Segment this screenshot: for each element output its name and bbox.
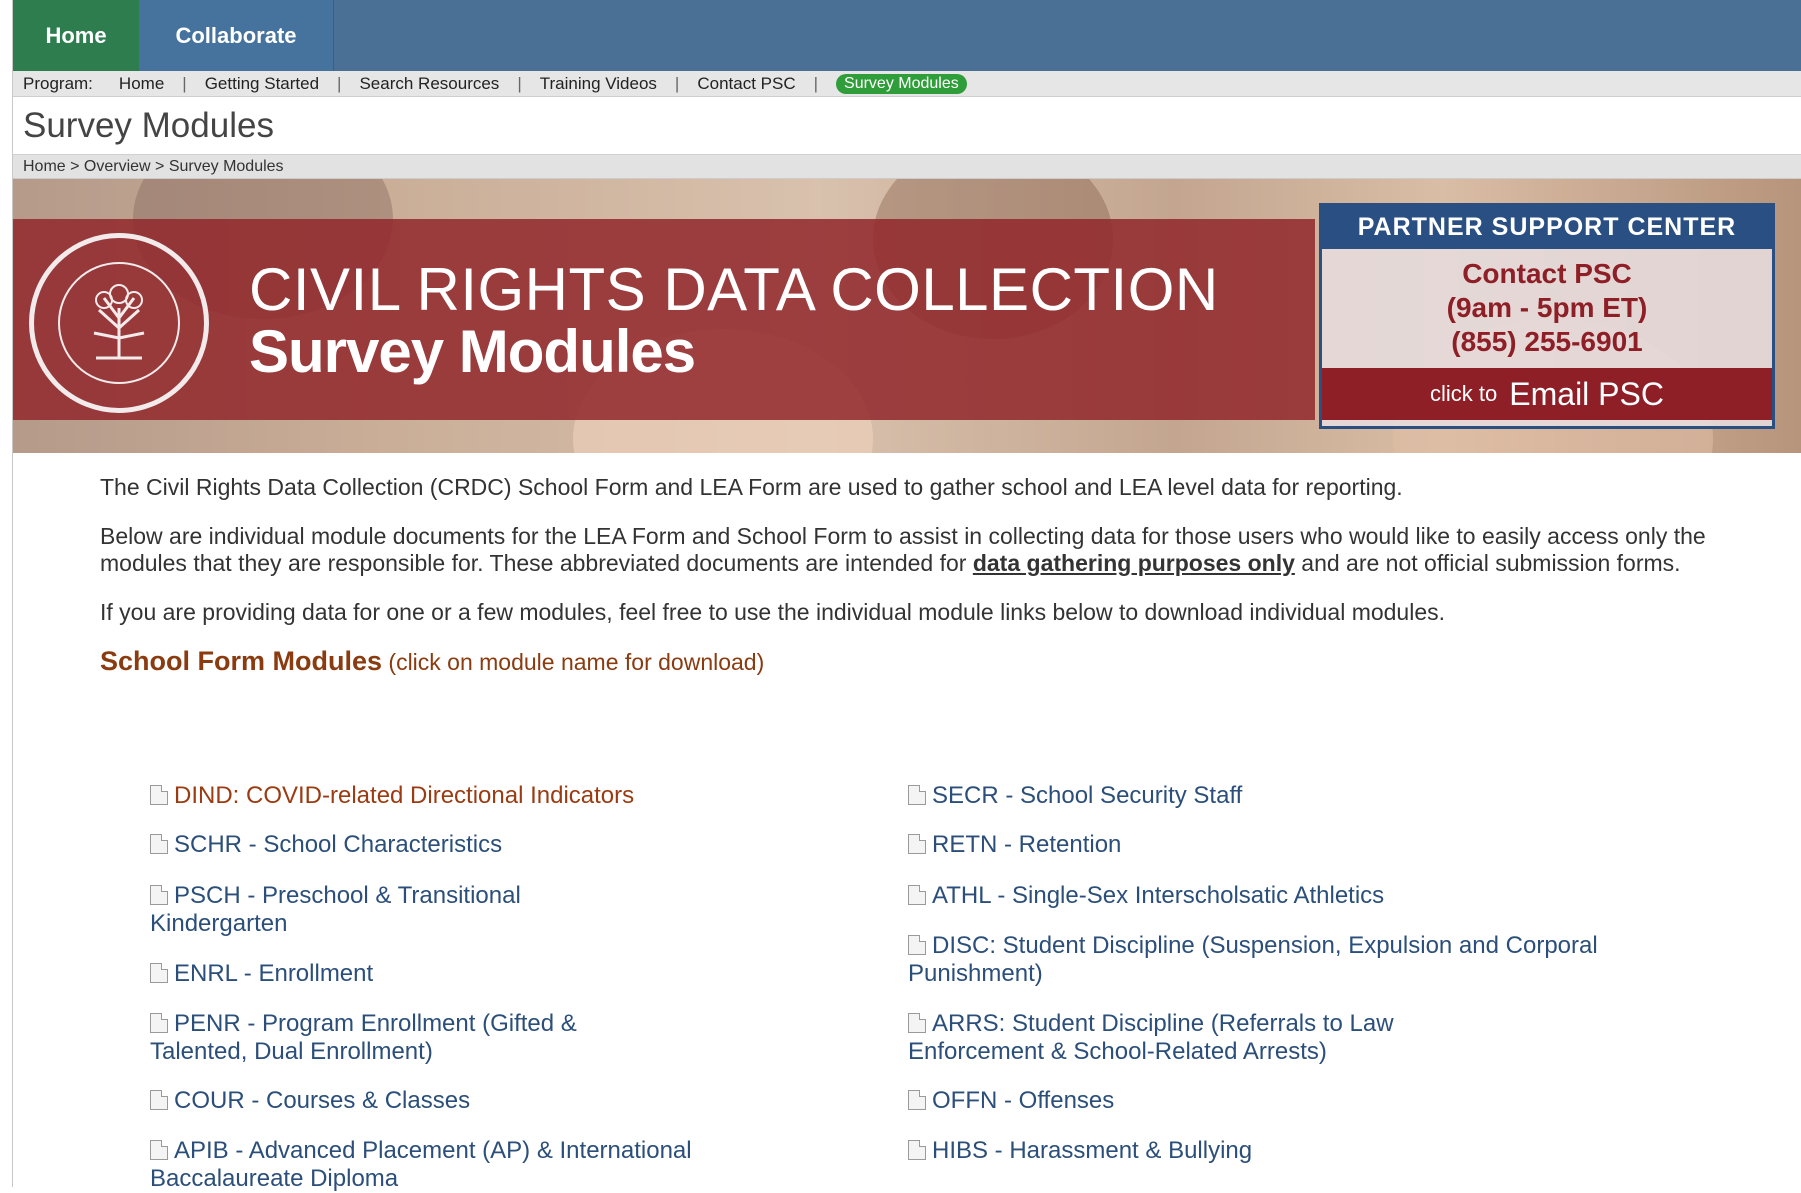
module-link-athl[interactable]: ATHL - Single-Sex Interscholsatic Athlet… [908, 882, 1668, 910]
module-label: OFFN - Offenses [932, 1087, 1115, 1114]
section-title-text: School Form Modules [100, 646, 383, 676]
nav-separator: | [182, 73, 187, 93]
nav-separator: | [813, 73, 819, 93]
module-label: PSCH - Preschool & Transitional Kinderga… [150, 882, 521, 937]
module-label: SCHR - School Characteristics [174, 831, 503, 858]
module-link-psch[interactable]: PSCH - Preschool & Transitional Kinderga… [150, 882, 650, 938]
module-label: ARRS: Student Discipline (Referrals to L… [908, 1010, 1394, 1065]
module-link-cour[interactable]: COUR - Courses & Classes [150, 1087, 710, 1115]
module-link-apib[interactable]: APIB - Advanced Placement (AP) & Interna… [150, 1137, 710, 1193]
main-content: The Civil Rights Data Collection (CRDC) … [100, 474, 1706, 676]
program-link-training-videos[interactable]: Training Videos [540, 74, 657, 94]
section-hint: (click on module name for download) [388, 649, 765, 675]
document-icon [150, 963, 168, 983]
module-link-offn[interactable]: OFFN - Offenses [908, 1087, 1668, 1115]
page-frame: Home Collaborate Program: Home | Getting… [12, 0, 1801, 1192]
nav-tab-collaborate[interactable]: Collaborate [139, 0, 334, 71]
hero-banner: CIVIL RIGHTS DATA COLLECTION Survey Modu… [13, 179, 1801, 453]
document-icon [150, 1140, 168, 1160]
module-link-secr[interactable]: SECR - School Security Staff [908, 782, 1668, 810]
page-title: Survey Modules [13, 97, 1801, 155]
document-icon [150, 885, 168, 905]
intro-p2-text-end: and are not official submission forms. [1294, 550, 1681, 576]
email-psc-label: Email PSC [1509, 375, 1664, 412]
module-label: COUR - Courses & Classes [174, 1087, 471, 1114]
module-link-hibs[interactable]: HIBS - Harassment & Bullying [908, 1137, 1668, 1165]
document-icon [908, 834, 926, 854]
module-label: HIBS - Harassment & Bullying [932, 1137, 1253, 1164]
psc-contact: Contact PSC [1462, 258, 1632, 289]
nav-separator: | [517, 73, 522, 93]
breadcrumb: Home > Overview > Survey Modules [13, 155, 1801, 179]
data-gathering-emphasis: data gathering purposes only [972, 550, 1295, 576]
module-label: RETN - Retention [932, 831, 1122, 858]
psc-header: PARTNER SUPPORT CENTER [1322, 206, 1772, 249]
module-label: SECR - School Security Staff [932, 782, 1243, 809]
top-nav: Home Collaborate [13, 0, 1801, 71]
module-link-retn[interactable]: RETN - Retention [908, 831, 1668, 859]
email-psc-prefix: click to [1430, 381, 1498, 406]
program-link-contact-psc[interactable]: Contact PSC [697, 74, 795, 94]
module-link-disc[interactable]: DISC: Student Discipline (Suspension, Ex… [908, 932, 1668, 988]
document-icon [908, 885, 926, 905]
nav-tab-home[interactable]: Home [13, 0, 139, 71]
intro-paragraph-3: If you are providing data for one or a f… [100, 599, 1446, 625]
module-link-schr[interactable]: SCHR - School Characteristics [150, 831, 710, 859]
document-icon [908, 935, 926, 955]
document-icon [908, 785, 926, 805]
module-link-dind[interactable]: DIND: COVID-related Directional Indicato… [150, 782, 710, 810]
document-icon [150, 785, 168, 805]
module-link-arrs[interactable]: ARRS: Student Discipline (Referrals to L… [908, 1010, 1528, 1066]
school-form-modules-heading: School Form Modules (click on module nam… [100, 648, 1700, 676]
program-link-survey-modules-active[interactable]: Survey Modules [836, 73, 967, 94]
psc-hours: (9am - 5pm ET) [1446, 292, 1648, 323]
document-icon [908, 1140, 926, 1160]
intro-paragraph-1: The Civil Rights Data Collection (CRDC) … [100, 474, 1403, 500]
program-link-search-resources[interactable]: Search Resources [359, 74, 499, 94]
document-icon [150, 1090, 168, 1110]
nav-separator: | [674, 73, 680, 93]
intro-paragraph-2: Below are individual module documents fo… [100, 523, 1710, 577]
department-seal-icon [29, 233, 209, 413]
banner-title: CIVIL RIGHTS DATA COLLECTION [249, 256, 1219, 323]
document-icon [908, 1013, 926, 1033]
email-psc-button[interactable]: click to Email PSC [1322, 368, 1772, 420]
document-icon [908, 1090, 926, 1110]
program-link-getting-started[interactable]: Getting Started [205, 74, 319, 94]
module-link-penr[interactable]: PENR - Program Enrollment (Gifted & Tale… [150, 1010, 680, 1066]
document-icon [150, 1013, 168, 1033]
program-nav: Program: Home | Getting Started | Search… [13, 71, 1801, 97]
module-label: PENR - Program Enrollment (Gifted & Tale… [150, 1010, 577, 1065]
banner-subtitle: Survey Modules [249, 318, 696, 385]
module-label: DISC: Student Discipline (Suspension, Ex… [908, 932, 1598, 987]
program-label: Program: [23, 73, 93, 93]
module-link-enrl[interactable]: ENRL - Enrollment [150, 960, 710, 988]
nav-separator: | [337, 73, 342, 93]
document-icon [150, 834, 168, 854]
module-label: DIND: COVID-related Directional Indicato… [174, 782, 635, 809]
partner-support-center-box: PARTNER SUPPORT CENTER Contact PSC (9am … [1319, 203, 1775, 429]
module-label: APIB - Advanced Placement (AP) & Interna… [150, 1137, 692, 1192]
program-link-home[interactable]: Home [119, 74, 164, 94]
module-label: ATHL - Single-Sex Interscholsatic Athlet… [932, 882, 1385, 909]
psc-phone: (855) 255-6901 [1451, 326, 1643, 357]
module-label: ENRL - Enrollment [174, 960, 374, 987]
